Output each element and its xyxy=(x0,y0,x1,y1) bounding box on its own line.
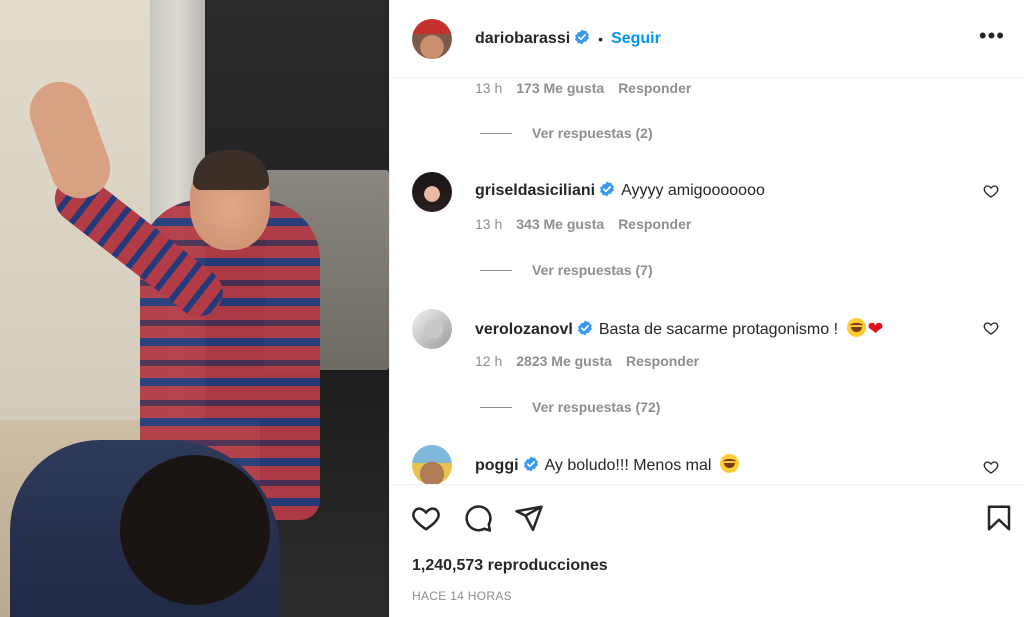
verified-badge-icon xyxy=(600,181,614,197)
comment-time: 13 h xyxy=(475,80,503,96)
post-sidebar: dariobarassi • Seguir ••• 13 h 173 Me gu… xyxy=(389,0,1024,617)
comment-like-heart-icon[interactable] xyxy=(983,183,999,199)
comment-text: poggi Ay boludo!!! Menos mal xyxy=(475,445,739,475)
post-timestamp: HACE 14 HORAS xyxy=(412,589,512,603)
verified-badge-icon xyxy=(523,456,538,472)
comment-item: griseldasiciliani Ayyyy amigooooooo xyxy=(412,172,1007,212)
bookmark-icon[interactable] xyxy=(984,503,1014,533)
post-header: dariobarassi • Seguir ••• xyxy=(390,0,1024,78)
heart-icon[interactable] xyxy=(411,503,441,533)
author-username[interactable]: dariobarassi xyxy=(475,29,590,48)
verified-badge-icon xyxy=(575,29,590,45)
commenter-username[interactable]: verolozanovl xyxy=(475,321,573,338)
comment-likes[interactable]: 343 Me gusta xyxy=(516,216,604,232)
commenter-username[interactable]: griseldasiciliani xyxy=(475,182,595,199)
comment-time: 13 h xyxy=(475,216,503,232)
comment-likes[interactable]: 2823 Me gusta xyxy=(516,353,612,369)
comment-meta: 13 h 343 Me gusta Responder xyxy=(475,216,691,232)
header-separator: • xyxy=(598,30,604,47)
post-video[interactable] xyxy=(0,0,389,617)
view-replies-label[interactable]: Ver respuestas (72) xyxy=(532,399,660,415)
more-options-icon[interactable]: ••• xyxy=(979,25,1005,47)
commenter-avatar[interactable] xyxy=(412,172,452,212)
comment-time: 12 h xyxy=(475,353,503,369)
author-avatar[interactable] xyxy=(412,18,452,59)
post-actions: 1,240,573 reproducciones HACE 14 HORAS xyxy=(390,484,1024,617)
view-count[interactable]: 1,240,573 reproducciones xyxy=(412,557,608,575)
comment-bubble-icon[interactable] xyxy=(463,503,493,533)
comment-item: verolozanovl Basta de sacarme protagonism… xyxy=(412,309,1007,349)
view-replies-label[interactable]: Ver respuestas (7) xyxy=(532,262,653,278)
face-with-tears-of-joy-icon xyxy=(846,318,866,337)
comments-list: 13 h 173 Me gusta Responder Ver respuest… xyxy=(390,79,1024,484)
comment-like-heart-icon[interactable] xyxy=(983,320,999,336)
comment-body: Ay boludo!!! Menos mal xyxy=(544,457,712,474)
face-with-tears-of-joy-icon xyxy=(719,454,739,473)
comment-likes[interactable]: 173 Me gusta xyxy=(516,80,604,96)
view-replies-button[interactable]: Ver respuestas (2) xyxy=(480,125,653,141)
comment-text: verolozanovl Basta de sacarme protagonism… xyxy=(475,309,883,341)
view-replies-line xyxy=(480,406,512,408)
comment-meta: 12 h 2823 Me gusta Responder xyxy=(475,353,699,369)
comment-reply-button[interactable]: Responder xyxy=(618,216,691,232)
comment-meta: 13 h 173 Me gusta Responder xyxy=(475,80,691,96)
comment-reply-button[interactable]: Responder xyxy=(618,80,691,96)
view-replies-label[interactable]: Ver respuestas (2) xyxy=(532,125,653,141)
comment-like-heart-icon[interactable] xyxy=(983,459,999,475)
follow-button[interactable]: Seguir xyxy=(611,30,661,48)
view-replies-line xyxy=(480,269,512,271)
comment-reply-button[interactable]: Responder xyxy=(626,353,699,369)
commenter-avatar[interactable] xyxy=(412,309,452,349)
comment-item: poggi Ay boludo!!! Menos mal xyxy=(412,445,1007,484)
red-heart-icon: ❤ xyxy=(867,319,884,340)
view-replies-button[interactable]: Ver respuestas (72) xyxy=(480,399,660,415)
verified-badge-icon xyxy=(577,320,592,336)
author-username-text[interactable]: dariobarassi xyxy=(475,30,570,47)
comment-body: Basta de sacarme protagonismo ! xyxy=(598,321,839,338)
commenter-avatar[interactable] xyxy=(412,445,452,484)
view-replies-button[interactable]: Ver respuestas (7) xyxy=(480,262,653,278)
video-scene-second-person-head xyxy=(120,455,270,605)
paper-plane-icon[interactable] xyxy=(514,503,544,533)
commenter-username[interactable]: poggi xyxy=(475,457,519,474)
comment-text: griseldasiciliani Ayyyy amigooooooo xyxy=(475,172,765,200)
comment-body: Ayyyy amigooooooo xyxy=(621,182,765,199)
view-replies-line xyxy=(480,132,512,134)
